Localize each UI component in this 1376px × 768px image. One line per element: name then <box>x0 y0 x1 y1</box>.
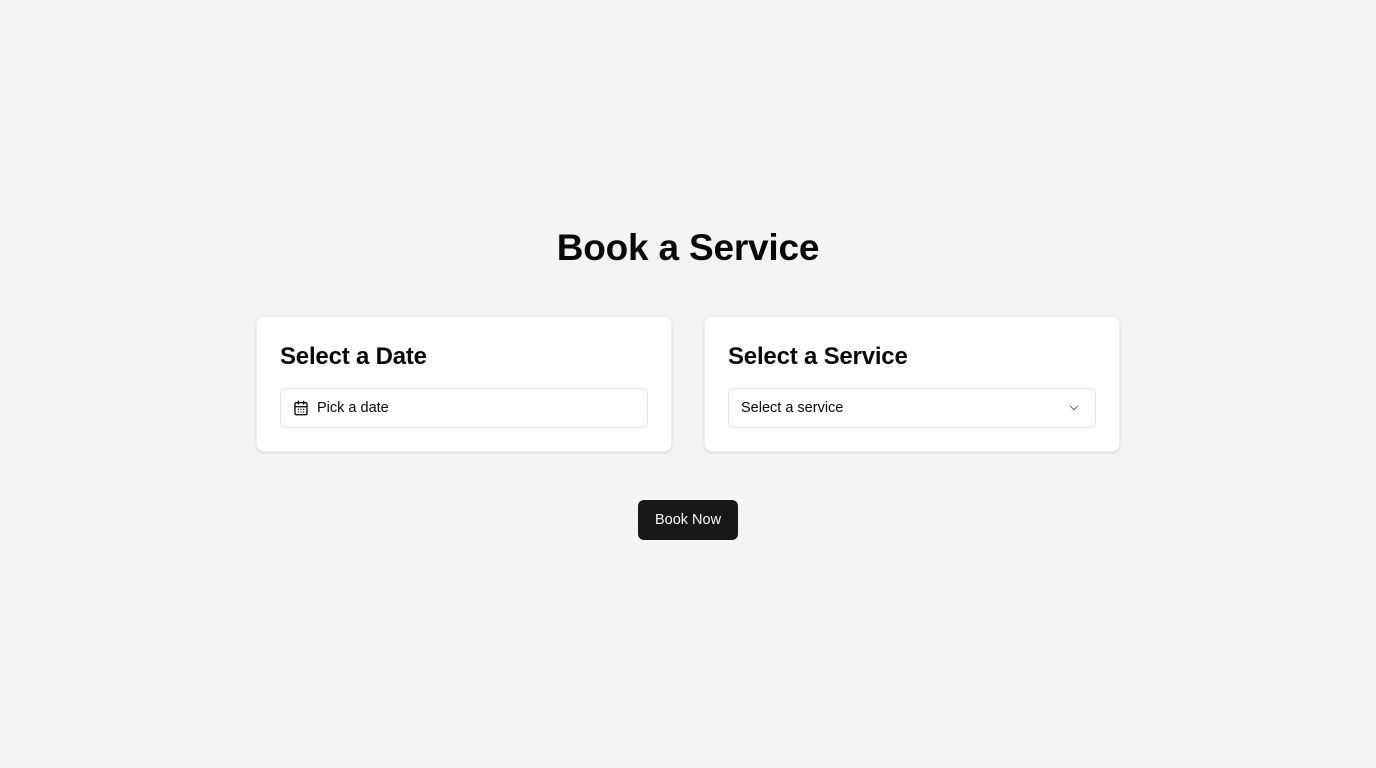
booking-page: Book a Service Select a Date Pick a date… <box>0 0 1376 768</box>
service-select[interactable]: Select a service <box>728 388 1096 428</box>
date-picker-label: Pick a date <box>317 400 389 416</box>
book-now-button[interactable]: Book Now <box>638 500 738 540</box>
service-select-value: Select a service <box>741 400 844 416</box>
calendar-icon <box>293 400 309 416</box>
date-card: Select a Date Pick a date <box>256 316 672 452</box>
date-picker-button[interactable]: Pick a date <box>280 388 648 428</box>
service-card: Select a Service Select a service <box>704 316 1120 452</box>
chevron-down-icon <box>1067 401 1081 415</box>
page-title: Book a Service <box>556 227 820 268</box>
date-card-title: Select a Date <box>280 343 427 370</box>
service-card-title: Select a Service <box>728 343 908 370</box>
